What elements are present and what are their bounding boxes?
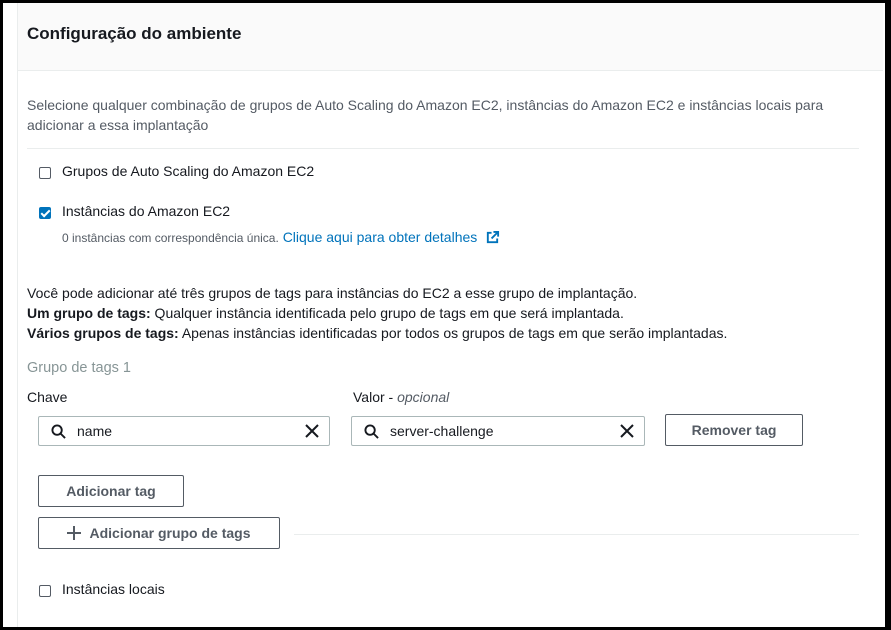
value-optional-text: opcional <box>397 389 450 405</box>
ec2-label[interactable]: Instâncias do Amazon EC2 <box>62 201 230 221</box>
value-label-text: Valor - <box>353 389 398 405</box>
panel-title: Configuração do ambiente <box>27 24 242 43</box>
add-tag-group-label: Adicionar grupo de tags <box>89 525 251 541</box>
environment-config-panel: Configuração do ambiente Selecione qualq… <box>3 3 885 627</box>
match-count-text: 0 instâncias com correspondência única. <box>62 231 279 245</box>
info-line-2-text: Qualquer instância identificada pelo gru… <box>150 305 624 321</box>
onprem-checkbox[interactable] <box>39 585 51 597</box>
info-line-2: Um grupo de tags: Qualquer instância ide… <box>27 303 624 323</box>
ec2-match-row: 0 instâncias com correspondência única. … <box>62 227 500 250</box>
onprem-label[interactable]: Instâncias locais <box>62 579 165 599</box>
divider <box>27 148 859 149</box>
remove-tag-button[interactable]: Remover tag <box>665 414 803 446</box>
close-icon[interactable] <box>620 424 634 443</box>
key-label: Chave <box>27 389 68 405</box>
info-line-3-bold: Vários grupos de tags: <box>27 325 179 341</box>
search-icon <box>364 424 379 444</box>
divider <box>294 534 859 535</box>
info-line-3: Vários grupos de tags: Apenas instâncias… <box>27 323 727 343</box>
panel-description: Selecione qualquer combinação de grupos … <box>27 97 824 133</box>
external-link-icon[interactable] <box>485 230 500 250</box>
search-icon <box>51 424 66 444</box>
info-line-1: Você pode adicionar até três grupos de t… <box>27 285 638 301</box>
tag-group-title: Grupo de tags 1 <box>27 360 131 376</box>
plus-icon <box>67 520 82 550</box>
tag-value-value: server-challenge <box>390 423 494 439</box>
panel-border <box>17 3 18 627</box>
tag-key-input[interactable]: name <box>38 416 330 446</box>
value-label: Valor - opcional <box>353 389 449 405</box>
asg-label[interactable]: Grupos de Auto Scaling do Amazon EC2 <box>62 161 314 181</box>
info-line-3-text: Apenas instâncias identificadas por todo… <box>178 325 728 341</box>
ec2-checkbox[interactable] <box>39 207 51 219</box>
asg-checkbox[interactable] <box>39 167 51 179</box>
add-tag-group-button[interactable]: Adicionar grupo de tags <box>38 517 280 549</box>
tag-value-input[interactable]: server-challenge <box>351 416 645 446</box>
info-line-2-bold: Um grupo de tags: <box>27 305 151 321</box>
add-tag-button[interactable]: Adicionar tag <box>38 475 184 507</box>
tag-key-value: name <box>77 423 113 439</box>
details-link[interactable]: Clique aqui para obter detalhes <box>283 229 478 245</box>
close-icon[interactable] <box>305 424 319 443</box>
